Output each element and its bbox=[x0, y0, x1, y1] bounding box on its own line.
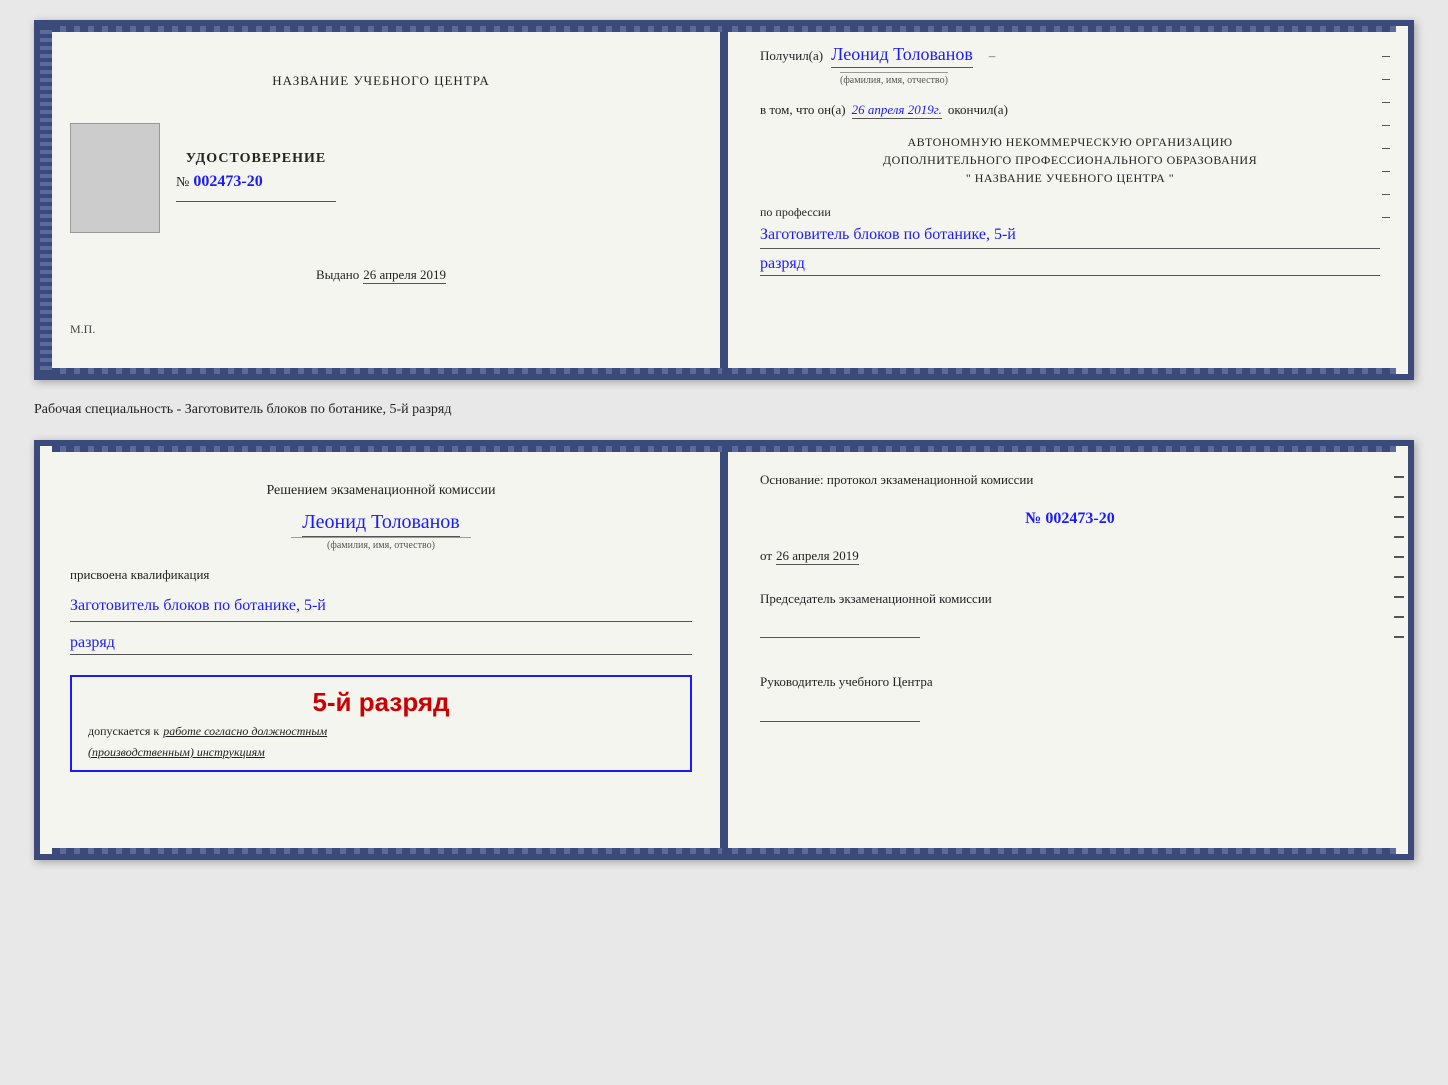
completed-row: в том, что он(а) 26 апреля 2019г. окончи… bbox=[760, 102, 1380, 119]
qual-right-margin-marks bbox=[1394, 446, 1408, 854]
training-center-title: НАЗВАНИЕ УЧЕБНОГО ЦЕНТРА bbox=[272, 73, 489, 89]
qual-right-page: Основание: протокол экзаменационной коми… bbox=[724, 446, 1408, 854]
issued-row: Выдано 26 апреля 2019 bbox=[316, 267, 446, 284]
cert-number-value: 002473-20 bbox=[193, 173, 262, 191]
chairman-signature-section: Председатель экзаменационной комиссии bbox=[760, 589, 1380, 639]
cert-details: УДОСТОВЕРЕНИЕ № 002473-20 bbox=[176, 151, 336, 206]
completed-date: 26 апреля 2019г. bbox=[852, 102, 942, 119]
org-line2: ДОПОЛНИТЕЛЬНОГО ПРОФЕССИОНАЛЬНОГО ОБРАЗО… bbox=[760, 151, 1380, 169]
recipient-name: Леонид Толованов bbox=[831, 44, 973, 68]
mp-label: М.П. bbox=[70, 322, 95, 337]
person-name-section: Леонид Толованов (фамилия, имя, отчество… bbox=[70, 511, 692, 551]
issued-label: Выдано bbox=[316, 267, 359, 283]
left-border-decoration bbox=[40, 26, 52, 374]
basis-text: Основание: протокол экзаменационной коми… bbox=[760, 470, 1380, 490]
photo-placeholder bbox=[70, 123, 160, 233]
head-title: Руководитель учебного Центра bbox=[760, 672, 1380, 692]
fio-label-wrapper: (фамилия, имя, отчество) bbox=[840, 70, 1380, 88]
qual-left-page: Решением экзаменационной комиссии Леонид… bbox=[40, 446, 724, 854]
rank-name: разряд bbox=[760, 255, 1380, 276]
admitted-label: допускается к bbox=[88, 724, 159, 739]
admitted-text: работе согласно должностным bbox=[163, 724, 327, 739]
org-text: АВТОНОМНУЮ НЕКОММЕРЧЕСКУЮ ОРГАНИЗАЦИЮ ДО… bbox=[760, 133, 1380, 187]
issued-date: 26 апреля 2019 bbox=[363, 267, 446, 284]
profession-name: Заготовитель блоков по ботанике, 5-й bbox=[760, 224, 1380, 249]
cert-left-page: НАЗВАНИЕ УЧЕБНОГО ЦЕНТРА УДОСТОВЕРЕНИЕ №… bbox=[40, 26, 724, 374]
document-container: НАЗВАНИЕ УЧЕБНОГО ЦЕНТРА УДОСТОВЕРЕНИЕ №… bbox=[34, 20, 1414, 860]
admitted-text2: (производственным) инструкциям bbox=[88, 745, 674, 760]
decision-text: Решением экзаменационной комиссии bbox=[70, 480, 692, 501]
recipient-section: Получил(а) Леонид Толованов – (фамилия, … bbox=[760, 44, 1380, 88]
person-name-large: Леонид Толованов bbox=[302, 511, 460, 537]
certificate-book: НАЗВАНИЕ УЧЕБНОГО ЦЕНТРА УДОСТОВЕРЕНИЕ №… bbox=[34, 20, 1414, 380]
rank-box: 5-й разряд допускается к работе согласно… bbox=[70, 675, 692, 772]
fio-label: (фамилия, имя, отчество) bbox=[840, 72, 948, 86]
admitted-row: допускается к работе согласно должностны… bbox=[88, 724, 674, 739]
cert-middle-section: УДОСТОВЕРЕНИЕ № 002473-20 bbox=[70, 123, 692, 233]
cert-divider-line bbox=[176, 201, 336, 202]
date-prefix: от bbox=[760, 548, 772, 564]
rank-box-title: 5-й разряд bbox=[88, 687, 674, 718]
fio-label-small: (фамилия, имя, отчество) bbox=[291, 537, 471, 551]
qual-name: Заготовитель блоков по ботанике, 5-й bbox=[70, 593, 692, 622]
protocol-date-row: от 26 апреля 2019 bbox=[760, 548, 1380, 565]
in-that-label: в том, что он(а) bbox=[760, 102, 846, 118]
dash-spacer: – bbox=[989, 48, 996, 64]
protocol-date-val: 26 апреля 2019 bbox=[776, 548, 859, 565]
cert-number-prefix: № bbox=[176, 175, 189, 191]
head-signature-section: Руководитель учебного Центра bbox=[760, 672, 1380, 722]
protocol-number: № 002473-20 bbox=[760, 510, 1380, 528]
chair-title: Председатель экзаменационной комиссии bbox=[760, 589, 1380, 609]
recipient-row: Получил(а) Леонид Толованов – bbox=[760, 44, 1380, 68]
profession-section: по профессии Заготовитель блоков по бота… bbox=[760, 201, 1380, 276]
org-line3: " НАЗВАНИЕ УЧЕБНОГО ЦЕНТРА " bbox=[760, 169, 1380, 187]
head-sig-line bbox=[760, 702, 920, 722]
qualification-book: Решением экзаменационной комиссии Леонид… bbox=[34, 440, 1414, 860]
right-margin-marks bbox=[1382, 56, 1390, 218]
chair-sig-line bbox=[760, 618, 920, 638]
cert-right-page: Получил(а) Леонид Толованов – (фамилия, … bbox=[724, 26, 1408, 374]
qualification-assigned-label: присвоена квалификация bbox=[70, 567, 692, 583]
completed-label: окончил(а) bbox=[948, 102, 1008, 118]
specialty-label: Рабочая специальность - Заготовитель бло… bbox=[34, 396, 1414, 424]
cert-title-label: УДОСТОВЕРЕНИЕ bbox=[176, 151, 336, 167]
received-label: Получил(а) bbox=[760, 48, 823, 64]
profession-label: по профессии bbox=[760, 205, 1380, 220]
qual-rank: разряд bbox=[70, 634, 692, 655]
org-line1: АВТОНОМНУЮ НЕКОММЕРЧЕСКУЮ ОРГАНИЗАЦИЮ bbox=[760, 133, 1380, 151]
